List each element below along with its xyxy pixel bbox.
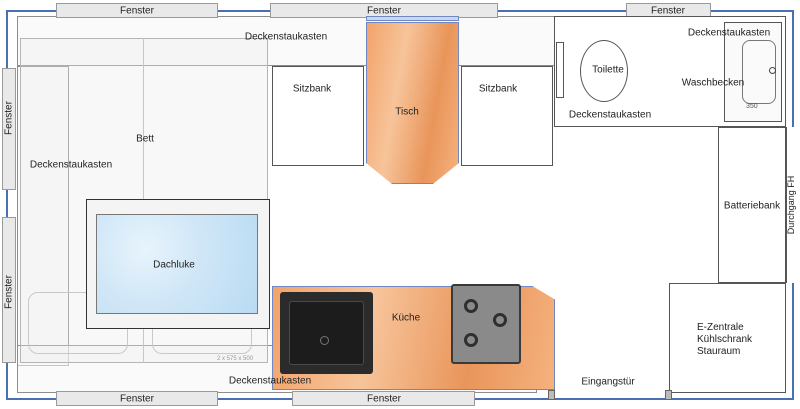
washbasin-dim: 350 (746, 103, 758, 110)
window-bottom-center-label: Fenster (367, 393, 401, 405)
faucet-icon (769, 67, 776, 74)
toilet-label: Toilette (592, 64, 624, 76)
bench-left-label: Sitzbank (292, 83, 332, 95)
kitchen-label: Küche (391, 312, 421, 324)
washbasin-label: Waschbecken (681, 77, 745, 89)
burner-icon (464, 333, 478, 347)
bench-right-label: Sitzbank (478, 83, 518, 95)
table (366, 22, 459, 184)
window-left-upper-label: Fenster (3, 101, 15, 135)
sink-drain-icon (320, 336, 329, 345)
window-top-center-label: Fenster (367, 5, 401, 17)
ceiling-storage-left-label: Deckenstaukasten (29, 159, 113, 171)
bath-ceiling-top-label: Deckenstaukasten (687, 27, 771, 39)
burner-icon (464, 299, 478, 313)
bed-label: Bett (136, 133, 154, 145)
skylight-label: Dachluke (153, 259, 195, 271)
door-hinge-left (548, 390, 555, 400)
window-left-lower-label: Fenster (3, 275, 15, 309)
entrance-door-label: Eingangstür (581, 376, 635, 388)
floor-plan: 2 x 575 x 500 Fenster Fenster Fenster Fe… (0, 0, 800, 409)
bench-left (272, 66, 364, 166)
utility-label-line2: Kühlschrank (697, 334, 753, 345)
ceiling-storage-top-label: Deckenstaukasten (244, 31, 328, 43)
window-bottom-left-label: Fenster (120, 393, 154, 405)
bath-ceiling-bottom-label: Deckenstaukasten (568, 109, 652, 121)
toilet-tank (556, 42, 564, 98)
skylight-dims: 2 x 575 x 500 (217, 356, 254, 362)
utility-label-line3: Stauraum (697, 346, 741, 357)
window-top-right-label: Fenster (651, 5, 685, 17)
table-label: Tisch (395, 106, 419, 118)
table-edge (366, 16, 459, 21)
stove (451, 284, 521, 364)
ceiling-storage-bottom-label: Deckenstaukasten (228, 375, 312, 387)
bench-right (461, 66, 553, 166)
utility-label-line1: E-Zentrale (697, 322, 744, 333)
sink-basin (289, 301, 364, 365)
burner-icon (493, 313, 507, 327)
battery-bench-label: Batteriebank (723, 200, 781, 212)
passage-label: Durchgang FH (786, 175, 796, 235)
door-hinge-right (665, 390, 672, 400)
window-top-left-label: Fenster (120, 5, 154, 17)
